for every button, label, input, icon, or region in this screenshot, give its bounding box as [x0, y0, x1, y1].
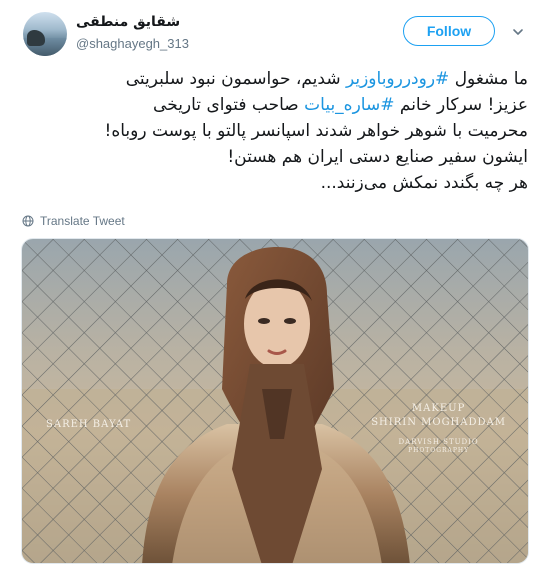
tweet-text: ما مشغول #رودرروباوزیر شدیم، حواسمون نبو… — [20, 66, 528, 196]
caption-credit-2: SHIRIN MOGHADDAM — [371, 417, 506, 428]
tweet-text-segment: شدیم، حواسمون نبود سلبریتی — [125, 69, 346, 89]
tweet-text-segment: عزیز! سرکار خانم — [394, 95, 528, 115]
tweet-photo[interactable]: SAREH BAYAT MAKEUP SHIRIN MOGHADDAM DARV… — [21, 238, 529, 564]
tweet-line: ما مشغول #رودرروباوزیر شدیم، حواسمون نبو… — [20, 66, 528, 92]
hashtag-link[interactable]: #ساره_بیات — [304, 95, 394, 115]
caption-credit-4: PHOTOGRAPHY — [408, 447, 470, 454]
avatar[interactable] — [23, 12, 67, 56]
tweet-line: هر چه بگندد نمکش می‌زنند... — [20, 170, 528, 196]
tweet-line: عزیز! سرکار خانم #ساره_بیات صاحب فتوای ت… — [20, 92, 528, 118]
caption-credit-3: DARVISH STUDIO — [398, 438, 479, 446]
tweet-text-segment: هر چه بگندد نمکش می‌زنند... — [320, 173, 528, 193]
photo-caption-name: SAREH BAYAT — [46, 419, 132, 430]
tweet-header: شقایق منطقی @shaghayegh_313 Follow — [0, 0, 550, 64]
translate-tweet-link[interactable]: Translate Tweet — [22, 214, 125, 228]
tweet-line: محرمیت با شوهر خواهر شدند اسپانسر پالتو … — [20, 118, 528, 144]
globe-icon — [22, 215, 34, 227]
tweet-text-segment: ایشون سفیر صنایع دستی ایران هم هستن! — [227, 147, 528, 167]
caption-credit-1: MAKEUP — [411, 403, 466, 414]
author-handle[interactable]: @shaghayegh_313 — [76, 36, 189, 51]
photo-caption-credits: MAKEUP SHIRIN MOGHADDAM DARVISH STUDIO P… — [371, 403, 506, 454]
tweet-text-segment: صاحب فتوای تاریخی — [153, 95, 305, 115]
hashtag-link[interactable]: #رودرروباوزیر — [346, 69, 449, 89]
author-name[interactable]: شقایق منطقی — [76, 14, 180, 30]
follow-button[interactable]: Follow — [403, 16, 495, 46]
tweet-line: ایشون سفیر صنایع دستی ایران هم هستن! — [20, 144, 528, 170]
photo-illustration — [22, 239, 528, 563]
translate-label: Translate Tweet — [40, 214, 125, 228]
chevron-down-icon[interactable] — [512, 26, 524, 38]
tweet-text-segment: محرمیت با شوهر خواهر شدند اسپانسر پالتو … — [104, 121, 528, 141]
tweet-text-segment: ما مشغول — [449, 69, 528, 89]
